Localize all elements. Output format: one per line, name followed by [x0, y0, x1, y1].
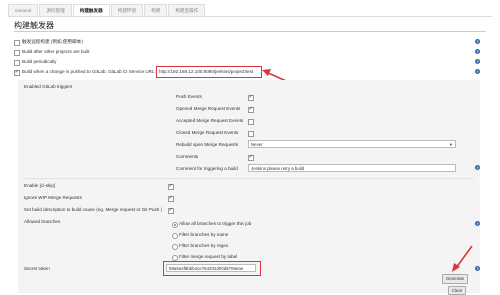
filter-by-regex-label: Filter branches by regex	[179, 243, 229, 248]
trigger-gitlab-label: Build when a change is pushed to GitLab.…	[22, 69, 156, 74]
trigger-after-projects-checkbox[interactable]	[14, 50, 20, 56]
section-divider	[14, 31, 486, 32]
comments-label: Comments	[176, 154, 199, 159]
tab-post-build[interactable]: 构建后操作	[168, 4, 206, 16]
push-events-label: Push Events	[176, 94, 202, 99]
opened-mr-checkbox[interactable]	[248, 106, 254, 113]
trigger-periodically-label: Build periodically	[22, 59, 57, 64]
trigger-gitlab-checkbox[interactable]	[14, 69, 20, 76]
accepted-mr-label: Accepted Merge Request Events	[176, 118, 244, 123]
chevron-down-icon: ▾	[449, 142, 452, 147]
help-icon[interactable]: ?	[475, 59, 480, 64]
closed-mr-label: Closed Merge Request Events	[176, 130, 239, 135]
ci-skip-checkbox[interactable]	[168, 183, 174, 190]
set-description-checkbox[interactable]	[168, 207, 174, 214]
rebuild-value: Never	[251, 142, 263, 147]
help-icon[interactable]: ?	[475, 69, 480, 74]
config-tabs: General 源码管理 构建触发器 构建环境 构建 构建后操作	[8, 4, 206, 16]
comment-trigger-label: Comment for triggering a build	[176, 166, 238, 171]
annotation-arrow-icon	[452, 245, 473, 272]
comment-trigger-input[interactable]: Jenkins please retry a build	[248, 164, 456, 172]
tab-general[interactable]: General	[8, 4, 39, 16]
enabled-triggers-label: Enabled GitLab triggers	[24, 84, 73, 89]
trigger-remote-label: 触发远程构建 (例如,使用脚本)	[22, 39, 83, 44]
trigger-periodically-checkbox[interactable]	[14, 60, 20, 66]
ignore-wip-checkbox[interactable]	[168, 195, 174, 202]
secret-token-label: Secret token	[24, 266, 50, 271]
section-title: 构建触发器	[14, 21, 54, 30]
accepted-mr-checkbox[interactable]	[248, 119, 254, 125]
tab-source-control[interactable]: 源码管理	[39, 4, 72, 16]
tab-build-environment[interactable]: 构建环境	[110, 4, 144, 16]
help-icon[interactable]: ?	[475, 49, 480, 54]
radio-filter-by-name[interactable]	[172, 233, 178, 239]
tab-divider	[8, 16, 492, 17]
help-icon[interactable]: ?	[475, 221, 480, 226]
rebuild-open-mr-label: Rebuild open Merge Requests	[176, 142, 239, 147]
gitlab-ci-url: http://192.168.12.100:8080/jenkins/proje…	[159, 69, 254, 74]
allowed-branches-label: Allowed branches	[24, 219, 61, 224]
ci-skip-label: Enable [ci-skip]	[24, 183, 56, 188]
push-events-checkbox[interactable]	[248, 94, 254, 101]
tab-build-triggers[interactable]: 构建触发器	[72, 4, 110, 16]
all-branches-label: Allow all branches to trigger this job	[179, 221, 252, 226]
help-icon[interactable]: ?	[475, 165, 480, 170]
panel-divider	[24, 178, 474, 179]
opened-mr-label: Opened Merge Request Events	[176, 106, 241, 111]
radio-all-branches[interactable]	[172, 222, 178, 228]
filter-by-name-label: Filter branches by name	[179, 232, 229, 237]
clear-button[interactable]: Clear	[448, 286, 466, 295]
tab-build[interactable]: 构建	[144, 4, 168, 16]
generate-button[interactable]: Generate	[442, 274, 468, 284]
comments-checkbox[interactable]	[248, 154, 254, 161]
rebuild-open-mr-select[interactable]: Never ▾	[248, 140, 456, 148]
radio-filter-by-regex[interactable]	[172, 244, 178, 250]
ignore-wip-label: Ignore WIP Merge Requests	[24, 195, 82, 200]
filter-by-label-label: Filter merge request by label	[179, 254, 238, 259]
help-icon[interactable]: ?	[475, 39, 480, 44]
closed-mr-checkbox[interactable]	[248, 131, 254, 137]
trigger-remote-checkbox[interactable]	[14, 40, 20, 46]
trigger-after-projects-label: Build after other projects are built	[22, 49, 90, 54]
highlight-token-box	[163, 261, 261, 276]
set-description-label: Set build description to build cause (eg…	[24, 207, 163, 212]
